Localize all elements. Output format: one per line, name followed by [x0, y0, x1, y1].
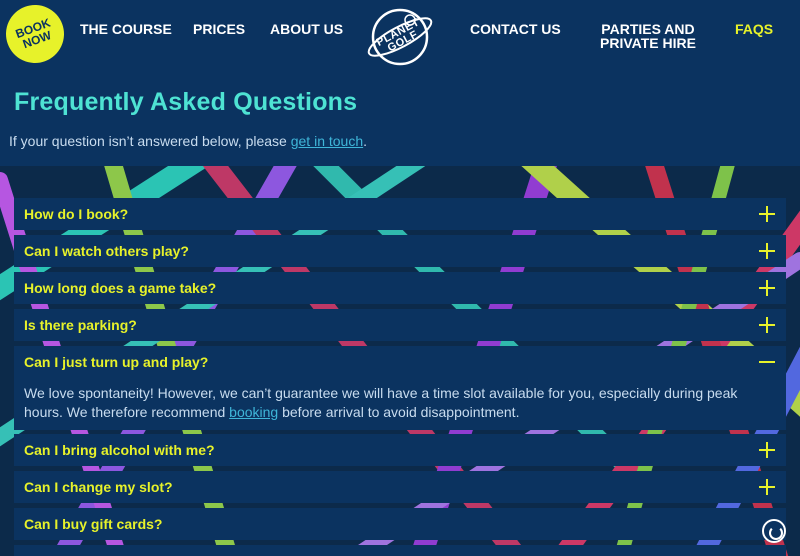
plus-icon[interactable]	[758, 205, 776, 223]
faq-item: Can I watch others play?	[14, 235, 786, 267]
logo-text: PLANET GOLF	[374, 16, 422, 55]
faq-toggle[interactable]: Can I bring alcohol with me?	[14, 434, 786, 466]
faq-item: Is there parking?	[14, 309, 786, 341]
nav-parties-private-hire[interactable]: PARTIES AND PRIVATE HIRE	[600, 22, 696, 50]
plus-icon[interactable]	[758, 441, 776, 459]
faq-question: Can I buy gift cards?	[24, 516, 163, 532]
faq-question: How do I book?	[24, 206, 129, 222]
faq-toggle[interactable]: Can I watch others play?	[14, 235, 786, 267]
page-title: Frequently Asked Questions	[14, 88, 358, 116]
plus-icon[interactable]	[758, 478, 776, 496]
accessibility-icon[interactable]	[762, 519, 786, 543]
faq-answer: We love spontaneity! However, we can’t g…	[24, 385, 738, 420]
minus-icon[interactable]	[758, 353, 776, 371]
faq-toggle[interactable]: How long does a game take?	[14, 272, 786, 304]
faq-item-expanded: Can I just turn up and play? We love spo…	[14, 346, 786, 430]
faq-intro: Frequently Asked Questions If your quest…	[0, 70, 800, 166]
faq-toggle[interactable]: Can I just turn up and play?	[14, 346, 786, 378]
faq-item-partial	[14, 545, 786, 556]
faq-question: Is there parking?	[24, 317, 137, 333]
nav-about-us[interactable]: ABOUT US	[270, 22, 343, 36]
nav-the-course[interactable]: THE COURSE	[80, 22, 172, 36]
faq-toggle[interactable]: Is there parking?	[14, 309, 786, 341]
booking-link[interactable]: booking	[229, 404, 278, 420]
faq-item: How long does a game take?	[14, 272, 786, 304]
get-in-touch-link[interactable]: get in touch	[291, 133, 363, 149]
planet-golf-logo[interactable]: PLANET GOLF	[364, 6, 436, 68]
plus-icon[interactable]	[758, 316, 776, 334]
plus-icon[interactable]	[758, 242, 776, 260]
site-header: BOOK NOW THE COURSE PRICES ABOUT US PLAN…	[0, 0, 800, 72]
nav-contact-us[interactable]: CONTACT US	[470, 22, 561, 36]
faq-question: How long does a game take?	[24, 280, 217, 296]
faq-item: Can I bring alcohol with me?	[14, 434, 786, 466]
faq-item: Can I buy gift cards?	[14, 508, 786, 540]
faq-item: Can I change my slot?	[14, 471, 786, 503]
faq-toggle[interactable]: Can I buy gift cards?	[14, 508, 786, 540]
faq-question: Can I change my slot?	[24, 479, 173, 495]
intro-text: If your question isn’t answered below, p…	[9, 133, 368, 149]
faq-toggle[interactable]: How do I book?	[14, 198, 786, 230]
faq-toggle[interactable]: Can I change my slot?	[14, 471, 786, 503]
nav-faqs[interactable]: FAQS	[735, 22, 773, 36]
book-now-label: BOOK NOW	[13, 15, 54, 52]
faq-question: Can I watch others play?	[24, 243, 189, 259]
faq-question: Can I bring alcohol with me?	[24, 442, 215, 458]
faq-question: Can I just turn up and play?	[24, 354, 209, 370]
book-now-button[interactable]: BOOK NOW	[0, 0, 73, 72]
plus-icon[interactable]	[758, 279, 776, 297]
nav-prices[interactable]: PRICES	[193, 22, 245, 36]
faq-item: How do I book?	[14, 198, 786, 230]
